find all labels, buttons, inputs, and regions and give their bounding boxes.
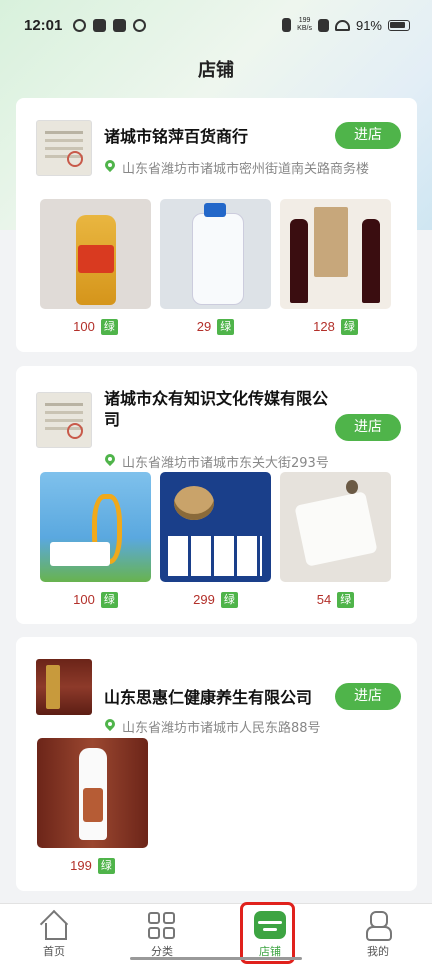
product-item[interactable]: 29 绿	[160, 199, 271, 335]
product-price: 299	[193, 592, 215, 607]
store-card: 诸城市铭萍百货商行 进店 山东省潍坊市诸城市密州街道南关路商务楼 100 绿 2…	[16, 98, 417, 352]
green-tag: 绿	[217, 318, 235, 335]
product-item[interactable]: 299 绿	[160, 472, 271, 608]
green-tag: 绿	[337, 591, 355, 608]
store-logo[interactable]	[36, 659, 92, 715]
location-pin-icon	[104, 454, 116, 469]
product-item[interactable]: 128 绿	[280, 199, 391, 335]
nav-label: 首页	[43, 945, 65, 958]
video-icon	[113, 18, 127, 32]
green-tag: 绿	[100, 591, 118, 608]
product-item[interactable]: 199 绿	[37, 738, 148, 874]
network-speed: 199 KB/s	[297, 17, 312, 32]
detergent-image[interactable]	[160, 199, 271, 309]
store-card: 诸城市众有知识文化传媒有限公司 进店 山东省潍坊市诸城市东关大街293号 100…	[16, 366, 417, 624]
store-logo[interactable]	[36, 120, 92, 176]
location-pin-icon	[104, 719, 116, 734]
green-tag: 绿	[340, 318, 358, 335]
status-bar: 12:01 199 KB/s 91%	[0, 0, 432, 50]
store-address: 山东省潍坊市诸城市人民东路88号	[104, 717, 321, 736]
mail-icon	[93, 18, 107, 32]
product-price: 128	[313, 319, 335, 334]
vibrate-icon	[282, 18, 292, 32]
no-sim-icon	[317, 18, 329, 32]
store-name[interactable]: 诸城市铭萍百货商行	[104, 126, 329, 147]
wechat-icon	[133, 18, 147, 32]
red-wine-image[interactable]	[280, 199, 391, 309]
enter-store-button[interactable]: 进店	[335, 683, 401, 710]
cooking-oil-image[interactable]	[40, 199, 151, 309]
goat-milk-powder-image[interactable]	[40, 472, 151, 582]
eye-care-image[interactable]	[160, 472, 271, 582]
product-price: 100	[73, 592, 95, 607]
status-time: 12:01	[24, 16, 63, 34]
highlight-annotation	[240, 902, 295, 964]
category-grid-icon	[148, 912, 175, 939]
home-indicator[interactable]	[130, 957, 302, 960]
profile-icon	[366, 911, 392, 941]
product-item[interactable]: 54 绿	[280, 472, 391, 608]
nav-profile[interactable]: 我的	[324, 904, 432, 964]
product-item[interactable]: 100 绿	[40, 199, 151, 335]
notification-icon	[73, 18, 87, 32]
bottom-nav: 首页 分类 店铺 我的	[0, 903, 432, 964]
nav-category[interactable]: 分类	[108, 904, 216, 964]
store-name[interactable]: 山东思惠仁健康养生有限公司	[104, 687, 344, 708]
store-card: 山东思惠仁健康养生有限公司 进店 山东省潍坊市诸城市人民东路88号 199 绿	[16, 637, 417, 891]
location-pin-icon	[104, 160, 116, 175]
product-price: 54	[316, 592, 332, 607]
battery-percent: 91%	[355, 17, 382, 33]
enter-store-button[interactable]: 进店	[335, 122, 401, 149]
product-price: 199	[70, 858, 92, 873]
nav-home[interactable]: 首页	[0, 904, 108, 964]
store-address: 山东省潍坊市诸城市东关大街293号	[104, 452, 329, 471]
store-logo[interactable]	[36, 392, 92, 448]
battery-icon	[388, 19, 410, 31]
green-tag: 绿	[220, 591, 238, 608]
store-name[interactable]: 诸城市众有知识文化传媒有限公司	[104, 388, 329, 430]
product-item[interactable]: 100 绿	[40, 472, 151, 608]
towel-image[interactable]	[280, 472, 391, 582]
home-icon	[39, 911, 69, 940]
green-tag: 绿	[97, 857, 115, 874]
store-address: 山东省潍坊市诸城市密州街道南关路商务楼	[104, 158, 369, 177]
health-roller-image[interactable]	[37, 738, 148, 848]
enter-store-button[interactable]: 进店	[335, 414, 401, 441]
product-price: 100	[73, 319, 95, 334]
wifi-icon	[334, 19, 350, 31]
green-tag: 绿	[100, 318, 118, 335]
product-price: 29	[196, 319, 212, 334]
page-title: 店铺	[198, 60, 234, 81]
nav-label: 我的	[367, 945, 389, 958]
